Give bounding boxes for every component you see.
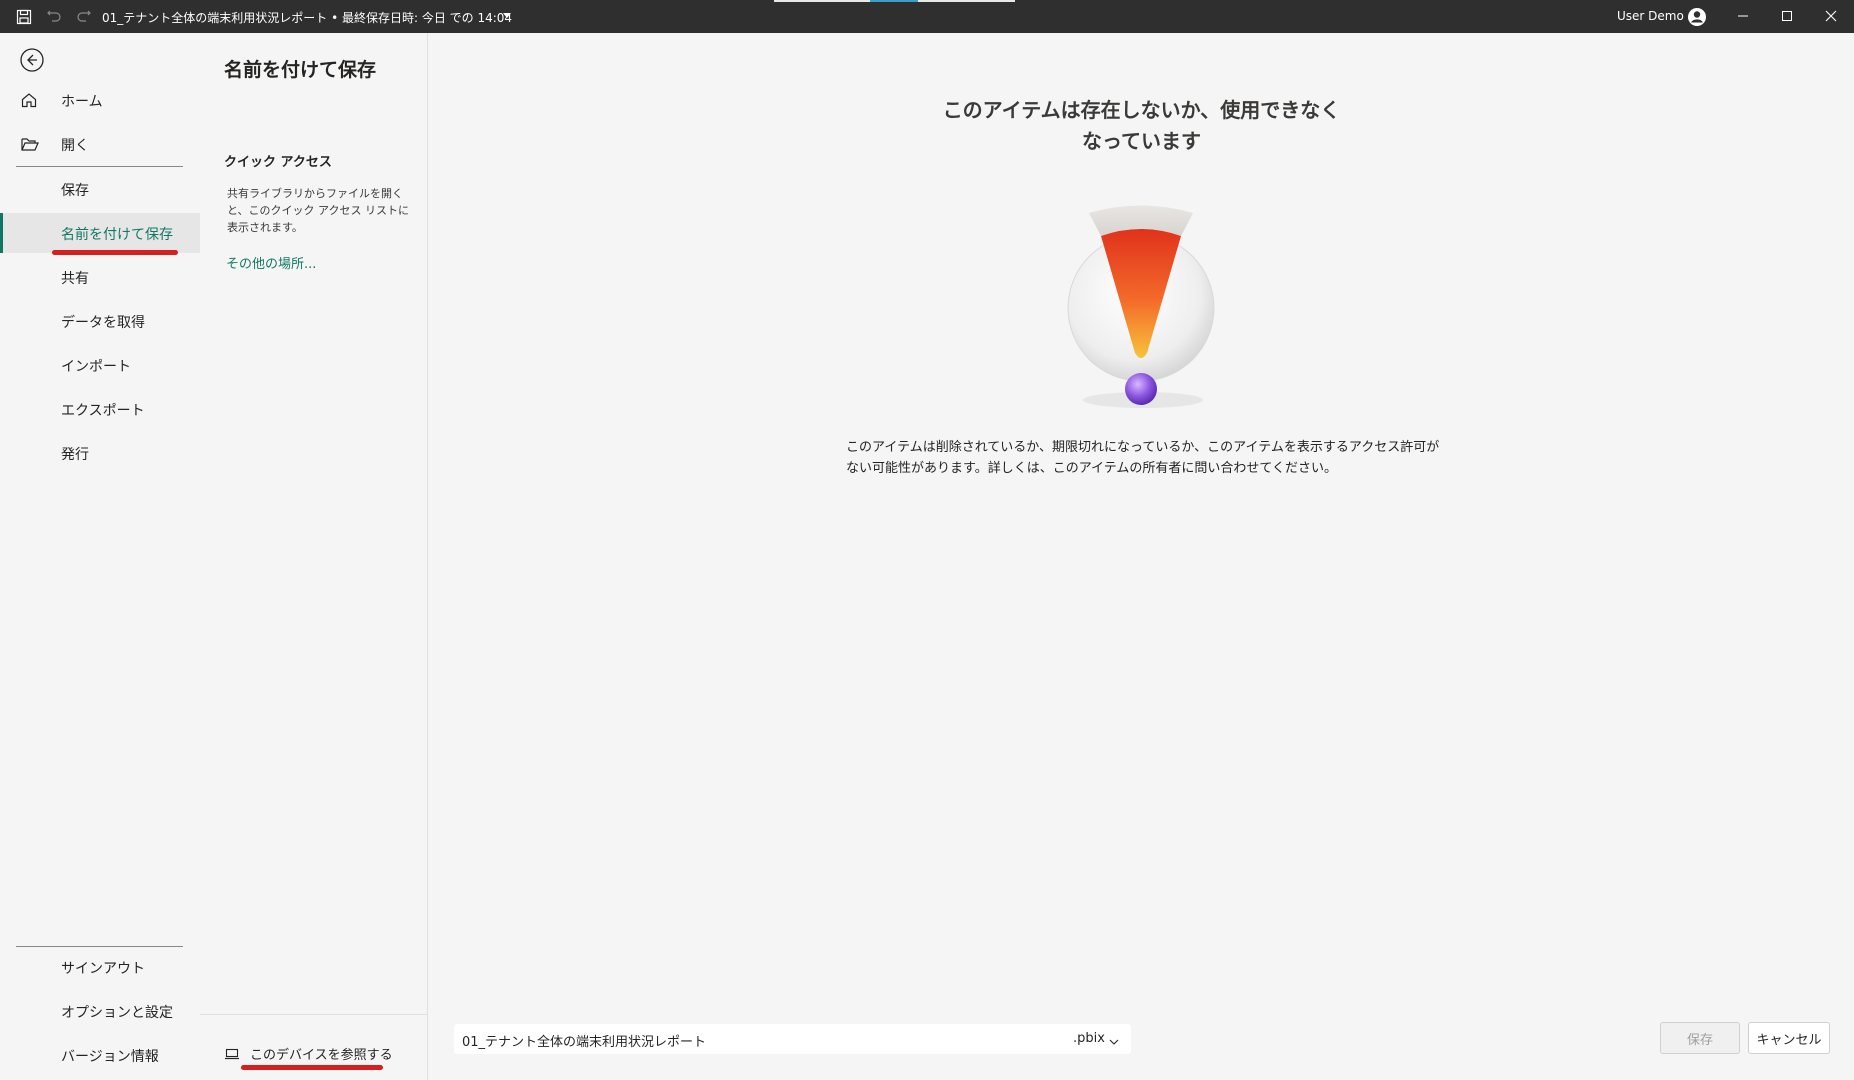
redo-icon[interactable] <box>75 8 93 26</box>
nav-item-about[interactable]: バージョン情報 <box>0 1035 200 1075</box>
nav-item-label: 名前を付けて保存 <box>61 227 173 243</box>
main-pane: このアイテムは存在しないか、使用できなくなっています このアイテムは削除されてい… <box>429 33 1854 1080</box>
nav-item-label: 保存 <box>61 183 89 199</box>
close-icon[interactable] <box>1821 6 1841 26</box>
file-type-select[interactable]: .pbix <box>1073 1031 1105 1046</box>
laptop-icon <box>224 1046 240 1060</box>
title-bar-accent-strip-3 <box>918 0 1015 2</box>
minimize-icon[interactable] <box>1733 6 1753 26</box>
nav-item-sign-out[interactable]: サインアウト <box>0 947 200 987</box>
user-name[interactable]: User Demo <box>1617 9 1684 23</box>
undo-icon[interactable] <box>45 8 63 26</box>
nav-item-label: データを取得 <box>61 315 145 331</box>
file-name-field[interactable]: 01_テナント全体の端末利用状況レポート .pbix <box>454 1024 1131 1054</box>
user-avatar-icon[interactable] <box>1687 7 1707 27</box>
title-bar: 01_テナント全体の端末利用状況レポート • 最終保存日時: 今日 での 14:… <box>0 0 1854 33</box>
nav-item-home[interactable]: ホーム <box>0 80 200 120</box>
browse-device-button[interactable]: このデバイスを参照する <box>224 1038 414 1068</box>
nav-divider <box>16 166 183 167</box>
quick-access-divider <box>200 1014 427 1015</box>
annotation-underline <box>241 1065 383 1070</box>
cancel-button[interactable]: キャンセル <box>1748 1022 1830 1054</box>
quick-access-heading: クイック アクセス <box>224 155 332 170</box>
error-title: このアイテムは存在しないか、使用できなくなっています <box>942 98 1341 153</box>
back-arrow-icon[interactable] <box>19 47 45 73</box>
chevron-down-icon[interactable] <box>503 13 511 18</box>
quick-access-description: 共有ライブラリからファイルを開くと、このクイック アクセス リストに表示されます… <box>227 187 410 234</box>
nav-item-label: 開く <box>61 138 89 154</box>
other-locations-link[interactable]: その他の場所... <box>226 253 316 272</box>
nav-item-label: オプションと設定 <box>61 1005 173 1021</box>
folder-open-icon <box>20 135 40 153</box>
maximize-icon[interactable] <box>1777 6 1797 26</box>
browse-device-label: このデバイスを参照する <box>250 1047 393 1063</box>
nav-item-label: サインアウト <box>61 961 145 977</box>
title-bar-accent-strip-2 <box>870 0 918 2</box>
nav-item-publish[interactable]: 発行 <box>0 433 200 473</box>
nav-item-save[interactable]: 保存 <box>0 169 200 209</box>
nav-item-label: 共有 <box>61 271 89 287</box>
nav-item-share[interactable]: 共有 <box>0 257 200 297</box>
active-indicator <box>0 213 3 253</box>
nav-item-label: インポート <box>61 359 131 375</box>
nav-item-label: ホーム <box>61 94 103 110</box>
quick-access-panel: 名前を付けて保存 クイック アクセス 共有ライブラリからファイルを開くと、このク… <box>200 33 428 1080</box>
annotation-underline <box>52 250 178 255</box>
nav-item-options[interactable]: オプションと設定 <box>0 991 200 1031</box>
error-description: このアイテムは削除されているか、期限切れになっているか、このアイテムを表示するア… <box>846 440 1440 476</box>
nav-item-open[interactable]: 開く <box>0 124 200 164</box>
nav-item-label: 発行 <box>61 447 89 463</box>
warning-illustration-icon <box>1051 188 1231 418</box>
nav-item-export[interactable]: エクスポート <box>0 389 200 429</box>
nav-item-get-data[interactable]: データを取得 <box>0 301 200 341</box>
home-icon <box>20 91 40 109</box>
save-button[interactable]: 保存 <box>1660 1022 1740 1054</box>
document-title[interactable]: 01_テナント全体の端末利用状況レポート • 最終保存日時: 今日 での 14:… <box>102 9 512 26</box>
backstage-nav: ホーム 開く 保存 名前を付けて保存 共有 データを取得 インポート エクスポー… <box>0 33 200 1080</box>
nav-item-save-as[interactable]: 名前を付けて保存 <box>0 213 200 253</box>
nav-item-import[interactable]: インポート <box>0 345 200 385</box>
title-bar-accent-strip <box>774 0 870 2</box>
page-title: 名前を付けて保存 <box>224 59 377 81</box>
save-icon[interactable] <box>15 8 33 26</box>
chevron-down-icon[interactable] <box>1108 1033 1120 1045</box>
nav-item-label: エクスポート <box>61 403 145 419</box>
file-name-value[interactable]: 01_テナント全体の端末利用状況レポート <box>462 1031 706 1050</box>
nav-item-label: バージョン情報 <box>61 1049 159 1065</box>
